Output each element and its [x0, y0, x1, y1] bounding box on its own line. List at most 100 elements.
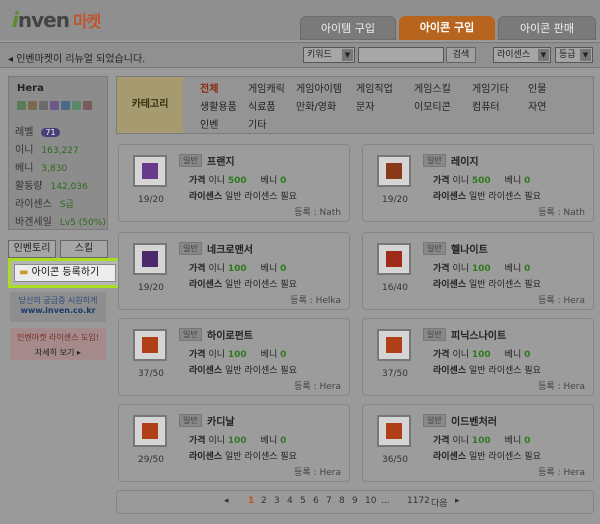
- icon-title[interactable]: 하이로펀트: [207, 327, 253, 342]
- icon-thumbnail[interactable]: [377, 329, 411, 361]
- beni-label: 베니: [504, 264, 522, 274]
- icon-card[interactable]: 16/40 일반 헬나이트 가격 이니 100 베니 0 라이센스 일반 라이센스 필요 등…: [362, 232, 594, 310]
- page-number[interactable]: 5: [300, 496, 306, 506]
- inven-market-logo[interactable]: inven 마켓: [12, 8, 101, 32]
- icon-title[interactable]: 헬나이트: [451, 241, 488, 256]
- category-item[interactable]: 게임직업: [356, 80, 393, 95]
- category-item[interactable]: 만화/영화: [296, 98, 336, 113]
- license-filter-select[interactable]: 라이센스 ▼: [493, 47, 551, 63]
- category-item[interactable]: 게임스킬: [414, 80, 451, 95]
- grade-filter-select[interactable]: 등급 ▼: [555, 47, 593, 63]
- tab-icon-sell[interactable]: 아이콘 판매: [498, 16, 596, 40]
- chevron-down-icon: ▼: [580, 49, 591, 61]
- icon-thumbnail[interactable]: [133, 155, 167, 187]
- grade-tag: 일반: [423, 242, 446, 255]
- ini-label: 이니: [208, 350, 225, 360]
- page-number[interactable]: 8: [339, 496, 345, 506]
- category-item[interactable]: 컴퓨터: [472, 98, 500, 113]
- page-number[interactable]: 7: [326, 496, 332, 506]
- inven-ad-banner[interactable]: 당신의 궁금증 시원하게 www.inven.co.kr: [10, 292, 106, 322]
- search-type-select[interactable]: 키워드 ▼: [303, 47, 355, 63]
- profile-name: Hera: [17, 83, 44, 94]
- category-item[interactable]: 게임아이템: [296, 80, 342, 95]
- icon-thumbnail[interactable]: [377, 243, 411, 275]
- price-row: 가격 이니 500 베니 0: [433, 173, 530, 186]
- category-item[interactable]: 이모티콘: [414, 98, 451, 113]
- icon-card[interactable]: 37/50 일반 하이로펀트 가격 이니 100 베니 0 라이센스 일반 라이센스 필요…: [118, 318, 350, 396]
- ini-value: 100: [227, 264, 247, 274]
- page-number[interactable]: 10: [365, 496, 376, 506]
- badge-cube-icon: [50, 101, 59, 110]
- icon-card[interactable]: 36/50 일반 이드벤처러 가격 이니 100 베니 0 라이센스 일반 라이센스 필요…: [362, 404, 594, 482]
- page-number[interactable]: 1: [248, 496, 254, 506]
- tab-icon-buy[interactable]: 아이콘 구입: [399, 16, 495, 40]
- icon-title[interactable]: 이드벤처러: [451, 413, 497, 428]
- ad-line: 당신의 궁금증 시원하게: [18, 296, 98, 305]
- page-number[interactable]: 4: [287, 496, 293, 506]
- icon-title[interactable]: 피닉스나이트: [451, 327, 506, 342]
- prev-page-icon[interactable]: ◂: [224, 496, 229, 506]
- icon-card[interactable]: 37/50 일반 피닉스나이트 가격 이니 100 베니 0 라이센스 일반 라이센스 필…: [362, 318, 594, 396]
- price-row: 가격 이니 100 베니 0: [189, 261, 286, 274]
- tab-item-buy[interactable]: 아이템 구입: [300, 16, 396, 40]
- page-number[interactable]: 6: [313, 496, 319, 506]
- category-item[interactable]: 자연: [528, 98, 546, 113]
- ini-label: 이니: [208, 264, 225, 274]
- registered-by: 등록 : Hera: [294, 382, 341, 392]
- register-icon-button[interactable]: ▬ 아이콘 등록하기: [14, 264, 116, 282]
- license-row: 라이센스 일반 라이센스 필요: [433, 189, 541, 202]
- icon-card[interactable]: 19/20 일반 프랜지 가격 이니 500 베니 0 라이센스 일반 라이센스 필요 등록…: [118, 144, 350, 222]
- registered-by: 등록 : Hera: [294, 468, 341, 478]
- inventory-button[interactable]: 인벤토리: [8, 240, 56, 258]
- category-item[interactable]: 인벤: [200, 116, 218, 131]
- category-item[interactable]: 기타: [248, 116, 266, 131]
- category-item[interactable]: 전체: [200, 80, 218, 95]
- skill-button[interactable]: 스킬: [60, 240, 108, 258]
- icon-card[interactable]: 19/20 일반 네크로맨서 가격 이니 100 베니 0 라이센스 일반 라이센스 필요…: [118, 232, 350, 310]
- icon-thumbnail[interactable]: [377, 155, 411, 187]
- stat-value: 163,227: [41, 146, 79, 156]
- search-input[interactable]: [358, 47, 444, 63]
- category-item[interactable]: 게임기타: [472, 80, 509, 95]
- category-item[interactable]: 인물: [528, 80, 546, 95]
- license-value: 일반 라이센스 필요: [225, 452, 297, 462]
- page-number[interactable]: 2: [261, 496, 267, 506]
- registered-by: 등록 : Hera: [538, 382, 585, 392]
- icon-title[interactable]: 네크로맨서: [207, 241, 253, 256]
- category-item[interactable]: 생활용품: [200, 98, 237, 113]
- category-item[interactable]: 게임캐릭: [248, 80, 285, 95]
- license-ad-banner[interactable]: 인벤마켓 라이센스 도입! 자세히 보기 ▸: [10, 328, 106, 360]
- icon-card[interactable]: 19/20 일반 레이지 가격 이니 500 베니 0 라이센스 일반 라이센스 필요 등록…: [362, 144, 594, 222]
- logo-text: nven: [17, 8, 70, 32]
- stock-count: 16/40: [382, 283, 408, 293]
- stat-label: 바겐세일: [15, 217, 52, 228]
- class-icon: [386, 163, 402, 179]
- license-label: 라이센스: [433, 280, 467, 290]
- stat-label: 베니: [15, 163, 34, 174]
- icon-title[interactable]: 프랜지: [207, 153, 235, 168]
- stock-count: 19/20: [138, 283, 164, 293]
- ad-detail-link[interactable]: 자세히 보기 ▸: [10, 347, 106, 358]
- page-last[interactable]: 1172: [407, 496, 430, 506]
- ini-label: 이니: [208, 176, 225, 186]
- icon-thumbnail[interactable]: [133, 415, 167, 447]
- icon-thumbnail[interactable]: [133, 243, 167, 275]
- price-label: 가격: [433, 176, 450, 186]
- icon-title[interactable]: 레이지: [451, 153, 479, 168]
- search-button[interactable]: 검색: [446, 47, 476, 63]
- next-page-link[interactable]: 다음: [431, 496, 448, 509]
- icon-card[interactable]: 29/50 일반 카디날 가격 이니 100 베니 0 라이센스 일반 라이센스 필요 등록…: [118, 404, 350, 482]
- category-item[interactable]: 문자: [356, 98, 374, 113]
- page-number[interactable]: 3: [274, 496, 280, 506]
- beni-label: 베니: [504, 350, 522, 360]
- page-number[interactable]: 9: [352, 496, 358, 506]
- category-item[interactable]: 식료품: [248, 98, 276, 113]
- icon-thumbnail[interactable]: [133, 329, 167, 361]
- stock-count: 36/50: [382, 455, 408, 465]
- icon-thumbnail[interactable]: [377, 415, 411, 447]
- license-row: 라이센스 일반 라이센스 필요: [433, 449, 541, 462]
- icon-title[interactable]: 카디날: [207, 413, 235, 428]
- price-label: 가격: [189, 176, 206, 186]
- level-badge: 71: [41, 128, 60, 137]
- next-page-icon[interactable]: ▸: [455, 496, 460, 506]
